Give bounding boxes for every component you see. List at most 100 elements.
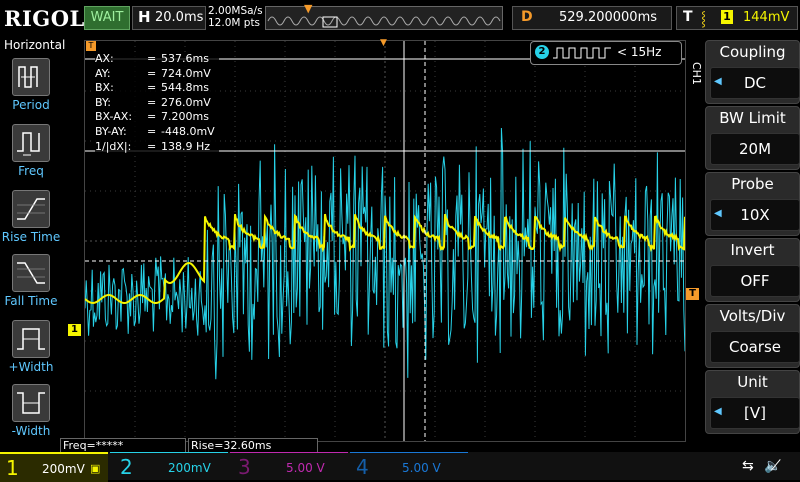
cursor-readout-equals: =: [147, 124, 157, 138]
measure-freq-button[interactable]: Freq: [0, 124, 62, 186]
ch4-scale: 5.00 V: [402, 461, 441, 475]
cursor-readout-row: AX: = 537.6ms: [95, 52, 219, 67]
ch3-scale: 5.00 V: [286, 461, 325, 475]
mute-speaker-icon[interactable]: 🔈̸: [764, 458, 781, 474]
ch2-number: 2: [120, 455, 133, 479]
ch1-tab[interactable]: 1 200mV ▣: [0, 452, 108, 482]
measure-negative-width-button[interactable]: -Width: [0, 384, 62, 446]
menu-item-value: [V]: [710, 397, 800, 429]
cursor-readout-row: BX: = 544.8ms: [95, 81, 219, 96]
channel-bar: 1 200mV ▣ 2 200mV 3 5.00 V 4 5.00 V ⇆ 🔈̸: [0, 452, 800, 482]
memory-depth: 12.0M pts: [208, 17, 261, 29]
square-wave-icon: [553, 47, 611, 59]
ch4-number: 4: [356, 455, 369, 479]
ch3-number: 3: [238, 455, 251, 479]
negative-width-icon: [12, 384, 50, 422]
cursor-readout-value: 544.8ms: [161, 81, 209, 95]
trigger-level-marker[interactable]: T: [686, 288, 699, 300]
menu-item-label: Invert: [730, 241, 775, 259]
positive-width-label: +Width: [8, 360, 54, 374]
measurement-status-line: Freq=***** Rise=32.60ms: [60, 438, 700, 454]
trigger-label: T: [683, 9, 693, 25]
measure-period-button[interactable]: Period: [0, 58, 62, 120]
cursor-readout-value: -448.0mV: [161, 124, 215, 138]
cursor-readout-value: 7.200ms: [161, 110, 209, 124]
sample-rate: 2.00MSa/s: [208, 5, 263, 17]
menu-item-label: Probe: [731, 175, 774, 193]
trigger-delay-box[interactable]: D 529.200000ms: [512, 6, 672, 30]
period-label: Period: [12, 98, 50, 112]
positive-width-icon: [12, 320, 50, 358]
negative-width-label: -Width: [11, 424, 51, 438]
top-status-bar: RIGOL WAIT H 20.0ms 2.00MSa/s 12.0M pts …: [0, 0, 800, 38]
ch2-scale: 200mV: [168, 461, 211, 475]
timebase-label: H: [138, 8, 151, 26]
trigger-source-badge: 1: [721, 10, 733, 24]
cursor-readout-panel: AX: = 537.6ms AY: = 724.0mV BX: = 544.8ms BY: = 276…: [95, 52, 219, 155]
timebase-value: 20.0ms: [155, 10, 204, 25]
fall-time-label: Fall Time: [4, 294, 58, 308]
cursor-readout-equals: =: [147, 81, 157, 95]
ch4-tab[interactable]: 4 5.00 V: [350, 452, 468, 481]
ch1-scale: 200mV: [42, 462, 85, 476]
measure-menu: Horizontal Period Freq Rise Time Fall Ti…: [0, 38, 65, 450]
cursor-readout-row: BX-AX: = 7.200ms: [95, 110, 219, 125]
knob-select-icon: ◀: [714, 208, 722, 219]
acquisition-info: 2.00MSa/s 12.0M pts: [208, 5, 263, 29]
menu-bw-limit-button[interactable]: BW Limit 20M: [705, 106, 800, 170]
measure-rise-time-button[interactable]: Rise Time: [0, 190, 62, 252]
menu-item-value: DC: [710, 67, 800, 99]
freq-icon: [12, 124, 50, 162]
ch3-tab[interactable]: 3 5.00 V: [230, 452, 348, 481]
trigger-point-marker-corner: T: [86, 41, 96, 51]
cursor-readout-key: BY:: [95, 95, 111, 109]
usb-icon: ⇆: [742, 458, 754, 474]
menu-item-label: Unit: [737, 373, 768, 391]
knob-select-icon: ◀: [714, 406, 722, 417]
channel-settings-menu: Coupling DC ◀ BW Limit 20M Probe 10X ◀ Invert OFF…: [705, 38, 800, 450]
cursor-readout-row: AY: = 724.0mV: [95, 67, 219, 82]
menu-item-label: Volts/Div: [719, 307, 786, 325]
ch1-number: 1: [6, 456, 19, 480]
delay-value: 529.200000ms: [559, 10, 658, 25]
menu-unit-button[interactable]: Unit [V] ◀: [705, 370, 800, 434]
knob-select-icon: ◀: [714, 76, 722, 87]
cursor-readout-key: BX:: [95, 81, 114, 95]
ch2-tab[interactable]: 2 200mV: [110, 452, 228, 481]
rigol-logo: RIGOL: [4, 6, 85, 31]
ch2-frequency-counter: 2 < 15Hz: [530, 41, 682, 65]
trigger-time-marker: ▼: [380, 38, 387, 48]
cursor-readout-key: AX:: [95, 52, 114, 65]
freq-label: Freq: [18, 164, 44, 178]
cursor-readout-row: 1/|dX|: = 138.9 Hz: [95, 140, 219, 155]
delay-label: D: [521, 9, 533, 25]
menu-probe-button[interactable]: Probe 10X ◀: [705, 172, 800, 236]
run-state-badge: WAIT: [84, 6, 130, 30]
menu-item-value: OFF: [710, 265, 800, 297]
cursor-readout-value: 138.9 Hz: [161, 139, 211, 153]
period-icon: [12, 58, 50, 96]
cursor-readout-key: BX-AX:: [95, 110, 133, 124]
rise-time-icon: [12, 190, 50, 228]
measure-fall-time-button[interactable]: Fall Time: [0, 254, 62, 316]
cursor-readout-key: 1/|dX|:: [95, 139, 132, 153]
menu-invert-button[interactable]: Invert OFF: [705, 238, 800, 302]
menu-volts-div-button[interactable]: Volts/Div Coarse: [705, 304, 800, 368]
cursor-readout-key: BY-AY:: [95, 124, 127, 138]
cursor-readout-equals: =: [147, 66, 157, 80]
memory-position-bar[interactable]: ▼: [265, 2, 503, 30]
cursor-readout-row: BY: = 276.0mV: [95, 96, 219, 111]
channel-menu-tag: CH1: [690, 62, 703, 85]
cursor-readout-equals: =: [147, 95, 157, 109]
menu-item-value: Coarse: [710, 331, 800, 363]
ch1-ground-marker[interactable]: 1: [68, 324, 81, 336]
rising-edge-icon: ⸾: [701, 11, 707, 27]
cursor-readout-row: BY-AY: = -448.0mV: [95, 125, 219, 140]
ch1-bw-icon: ▣: [90, 462, 101, 475]
ch2-frequency-value: < 15Hz: [617, 45, 662, 59]
measure-positive-width-button[interactable]: +Width: [0, 320, 62, 382]
menu-coupling-button[interactable]: Coupling DC ◀: [705, 40, 800, 104]
menu-item-value: 10X: [710, 199, 800, 231]
trigger-box[interactable]: T ⸾ 1 144mV: [676, 6, 798, 30]
timebase-box[interactable]: H 20.0ms: [132, 6, 206, 30]
